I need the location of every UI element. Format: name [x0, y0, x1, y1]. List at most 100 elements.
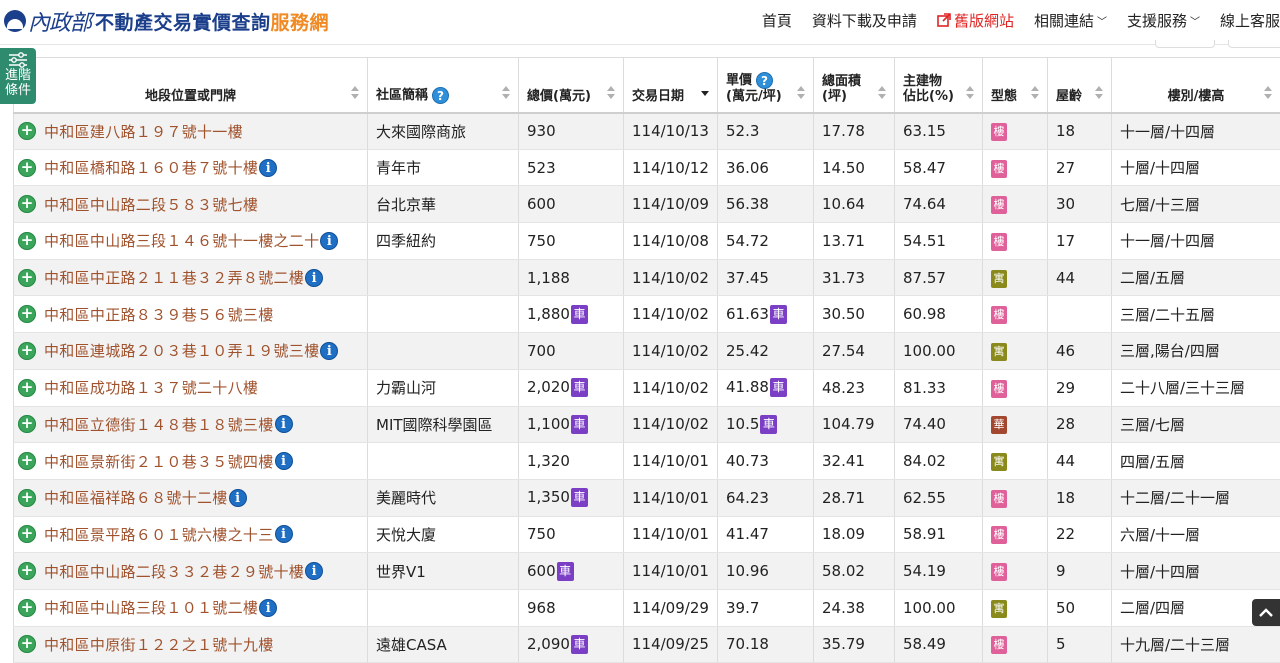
expand-plus-icon[interactable]: + — [18, 525, 36, 543]
expand-plus-icon[interactable]: + — [18, 415, 36, 433]
address-link[interactable]: 中和區中山路三段１０１號二樓 — [44, 597, 258, 618]
nav-support[interactable]: 支援服務﹀ — [1127, 10, 1200, 31]
info-icon[interactable]: i — [320, 232, 338, 250]
scroll-to-top-button[interactable] — [1252, 599, 1280, 626]
column-header-community[interactable]: 社區簡稱? — [368, 58, 519, 113]
nav-home[interactable]: 首頁 — [762, 10, 792, 31]
address-link[interactable]: 中和區建八路１９７號十一樓 — [44, 121, 243, 142]
address-link[interactable]: 中和區中山路三段１４６號十一樓之二十 — [44, 230, 319, 251]
column-header-unit[interactable]: 單價?(萬元/坪) — [718, 58, 814, 113]
expand-plus-icon[interactable]: + — [18, 379, 36, 397]
column-header-age[interactable]: 屋齡 — [1048, 58, 1112, 113]
cell-type: 寓 — [983, 589, 1048, 626]
table-row[interactable]: +中和區中山路二段３３２巷２９號十樓i世界V1600車114/10/0110.9… — [14, 553, 1280, 590]
table-row[interactable]: +中和區景新街２１０巷３５號四樓i1,320114/10/0140.7332.4… — [14, 443, 1280, 480]
help-icon[interactable]: ? — [432, 87, 449, 104]
table-row[interactable]: +中和區中正路２１１巷３２弄８號二樓i1,188114/10/0237.4531… — [14, 259, 1280, 296]
sort-icon[interactable] — [797, 86, 805, 100]
address-link[interactable]: 中和區成功路１３７號二十八樓 — [44, 377, 258, 398]
nav-online-service[interactable]: 線上客服 — [1220, 10, 1280, 31]
address-link[interactable]: 中和區連城路２０３巷１０弄１９號三樓 — [44, 340, 319, 361]
info-icon[interactable]: i — [275, 415, 293, 433]
address-wrapper: + 中和區中山路三段１０１號二樓i — [18, 597, 367, 618]
expand-plus-icon[interactable]: + — [18, 562, 36, 580]
address-link[interactable]: 中和區中山路二段３３２巷２９號十樓 — [44, 561, 304, 582]
info-icon[interactable]: i — [229, 489, 247, 507]
info-icon[interactable]: i — [259, 159, 277, 177]
column-header-total[interactable]: 總價(萬元) — [519, 58, 624, 113]
help-icon[interactable]: ? — [756, 72, 773, 89]
cell-unit-price: 61.63車 — [718, 296, 814, 333]
table-row[interactable]: +中和區中山路三段１０１號二樓i968114/09/2939.724.38100… — [14, 589, 1280, 626]
cell-main-building-ratio: 81.33 — [895, 369, 983, 406]
subbar-button-right[interactable] — [1228, 40, 1280, 48]
table-row[interactable]: +中和區橋和路１６０巷７號十樓i青年市523114/10/1236.0614.5… — [14, 149, 1280, 186]
column-header-type[interactable]: 型態 — [983, 58, 1048, 113]
subbar-button-left[interactable] — [1155, 40, 1215, 48]
address-wrapper: + 中和區立德街１４８巷１８號三樓i — [18, 414, 367, 435]
expand-plus-icon[interactable]: + — [18, 489, 36, 507]
info-icon[interactable]: i — [320, 342, 338, 360]
address-link[interactable]: 中和區立德街１４８巷１８號三樓 — [44, 414, 274, 435]
info-icon[interactable]: i — [305, 269, 323, 287]
cell-date: 114/10/02 — [624, 406, 718, 443]
cell-main-building-ratio: 100.00 — [895, 589, 983, 626]
expand-plus-icon[interactable]: + — [18, 195, 36, 213]
address-link[interactable]: 中和區中正路８３９巷５６號三樓 — [44, 304, 274, 325]
address-link[interactable]: 中和區中正路２１１巷３２弄８號二樓 — [44, 267, 304, 288]
expand-plus-icon[interactable]: + — [18, 599, 36, 617]
expand-plus-icon[interactable]: + — [18, 635, 36, 653]
nav-data-download[interactable]: 資料下載及申請 — [812, 10, 917, 31]
sort-icon[interactable] — [1264, 86, 1272, 100]
info-icon[interactable]: i — [259, 599, 277, 617]
nav-related-links[interactable]: 相關連結﹀ — [1034, 10, 1107, 31]
table-row[interactable]: +中和區建八路１９７號十一樓大來國際商旅930114/10/1352.317.7… — [14, 113, 1280, 150]
column-header-addr[interactable]: 地段位置或門牌 — [14, 58, 368, 113]
sort-icon[interactable] — [351, 86, 359, 100]
expand-plus-icon[interactable]: + — [18, 159, 36, 177]
table-row[interactable]: +中和區中正路８３９巷５６號三樓1,880車114/10/0261.63車30.… — [14, 296, 1280, 333]
address-link[interactable]: 中和區中山路二段５８３號七樓 — [44, 194, 258, 215]
sort-icon[interactable] — [607, 86, 615, 100]
table-row[interactable]: +中和區中原街１２２之１號十九樓遠雄CASA2,090車114/09/2570.… — [14, 626, 1280, 663]
expand-plus-icon[interactable]: + — [18, 305, 36, 323]
sort-icon[interactable] — [966, 86, 974, 100]
column-header-floor[interactable]: 樓別/樓高 — [1112, 58, 1280, 113]
info-icon[interactable]: i — [275, 452, 293, 470]
address-link[interactable]: 中和區橋和路１６０巷７號十樓 — [44, 157, 258, 178]
sort-icon[interactable] — [878, 86, 886, 100]
cell-community — [368, 259, 519, 296]
address-link[interactable]: 中和區福祥路６８號十二樓 — [44, 487, 228, 508]
cell-unit-price: 54.72 — [718, 223, 814, 260]
table-row[interactable]: +中和區立德街１４８巷１８號三樓iMIT國際科學園區1,100車114/10/0… — [14, 406, 1280, 443]
column-header-area[interactable]: 總面積(坪) — [814, 58, 895, 113]
expand-plus-icon[interactable]: + — [18, 452, 36, 470]
table-row[interactable]: +中和區福祥路６８號十二樓i美麗時代1,350車114/10/0164.2328… — [14, 479, 1280, 516]
column-header-date[interactable]: 交易日期 — [624, 58, 718, 113]
address-link[interactable]: 中和區中原街１２２之１號十九樓 — [44, 634, 274, 655]
table-row[interactable]: +中和區連城路２０３巷１０弄１９號三樓i700114/10/0225.4227.… — [14, 333, 1280, 370]
info-icon[interactable]: i — [275, 525, 293, 543]
nav-old-site[interactable]: 舊版網站 — [937, 10, 1014, 31]
site-logo[interactable]: 內政部 不動產交易實價查詢服務網 — [4, 7, 329, 35]
info-icon[interactable]: i — [305, 562, 323, 580]
column-header-sublabel: 佔比(%) — [903, 89, 954, 104]
expand-plus-icon[interactable]: + — [18, 232, 36, 250]
column-header-ratio[interactable]: 主建物佔比(%) — [895, 58, 983, 113]
expand-plus-icon[interactable]: + — [18, 122, 36, 140]
table-row[interactable]: +中和區成功路１３７號二十八樓力霸山河2,020車114/10/0241.88車… — [14, 369, 1280, 406]
table-row[interactable]: +中和區中山路三段１４６號十一樓之二十i四季紐約750114/10/0854.7… — [14, 223, 1280, 260]
address-link[interactable]: 中和區景新街２１０巷３５號四樓 — [44, 451, 274, 472]
sort-icon[interactable] — [502, 86, 510, 100]
expand-plus-icon[interactable]: + — [18, 342, 36, 360]
sort-icon[interactable] — [1095, 86, 1103, 100]
sort-icon[interactable] — [1031, 86, 1039, 100]
cell-community — [368, 443, 519, 480]
cell-area: 32.41 — [814, 443, 895, 480]
sort-desc-icon[interactable] — [701, 86, 709, 100]
advanced-filter-button[interactable]: 進階 條件 — [0, 48, 36, 104]
expand-plus-icon[interactable]: + — [18, 269, 36, 287]
table-row[interactable]: +中和區景平路６０１號六樓之十三i天悅大廈750114/10/0141.4718… — [14, 516, 1280, 553]
table-row[interactable]: +中和區中山路二段５８３號七樓台北京華600114/10/0956.3810.6… — [14, 186, 1280, 223]
address-link[interactable]: 中和區景平路６０１號六樓之十三 — [44, 524, 274, 545]
